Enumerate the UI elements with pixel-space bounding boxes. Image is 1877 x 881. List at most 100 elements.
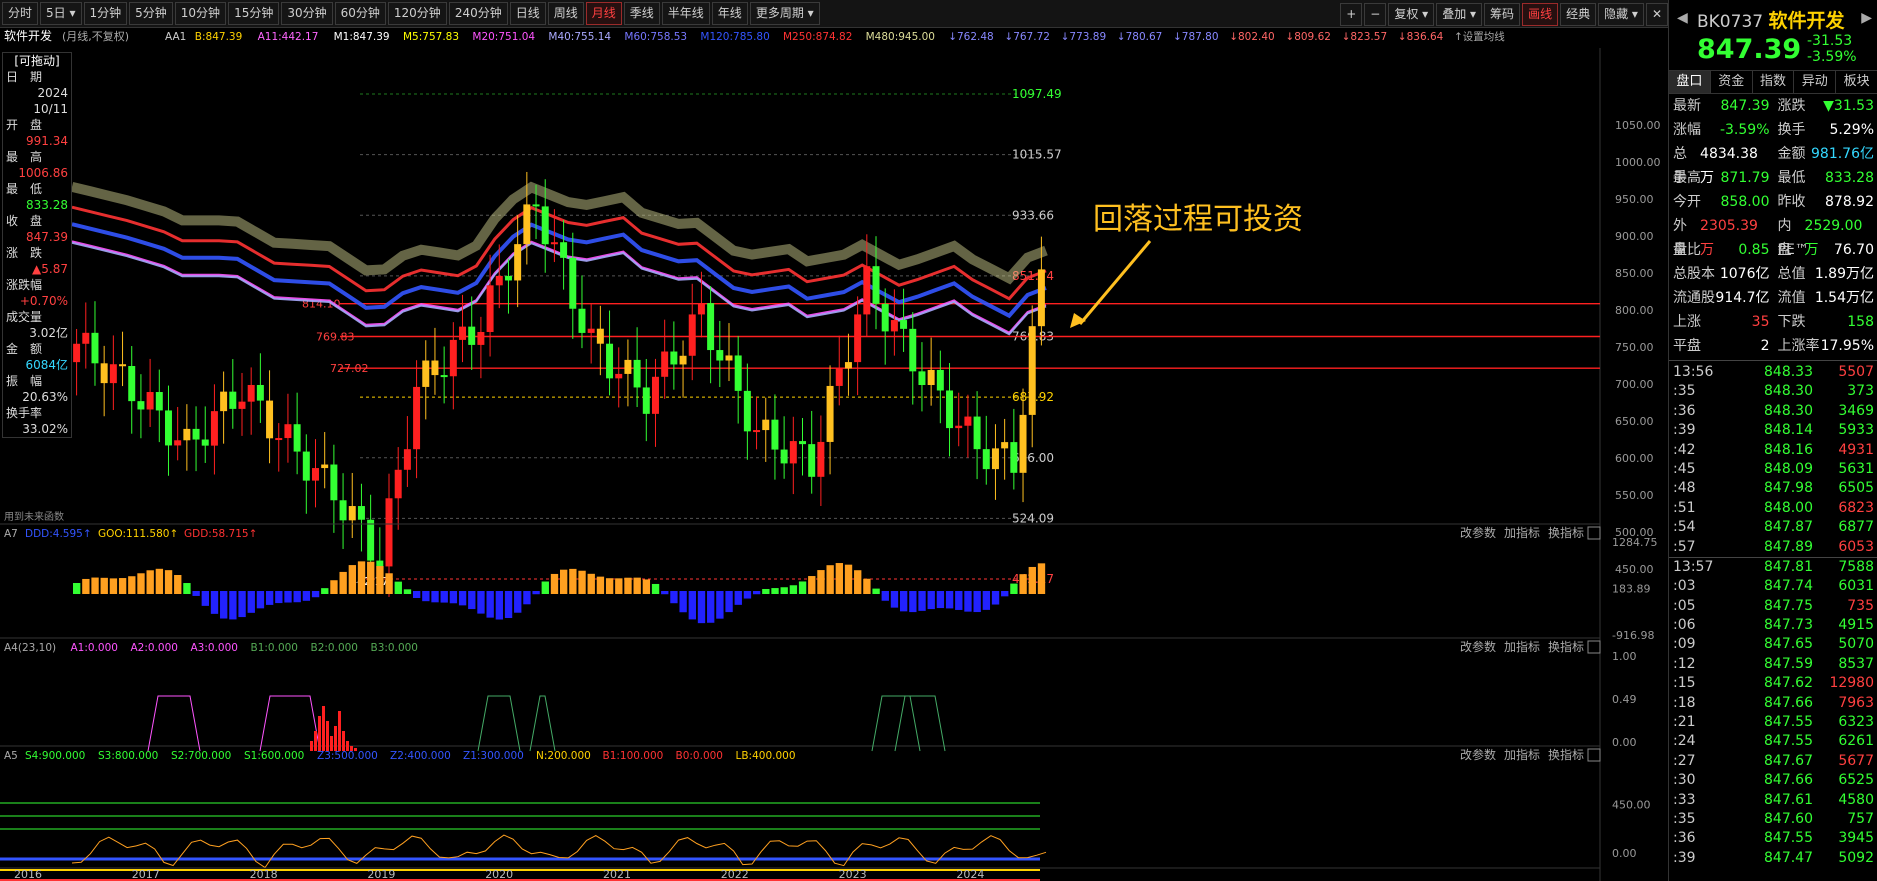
toolbar-button-1[interactable]: − — [1364, 3, 1387, 26]
candle-body — [302, 451, 310, 481]
a7-bar — [826, 565, 834, 594]
period-button-1[interactable]: 5日 ▾ — [40, 2, 82, 25]
a7-bar — [808, 576, 816, 594]
toolbar-button-5[interactable]: 画线 — [1522, 3, 1559, 26]
period-button-13[interactable]: 季线 — [623, 2, 660, 25]
period-button-3[interactable]: 5分钟 — [129, 2, 173, 25]
quote-label: 总值 — [1777, 266, 1806, 282]
period-button-4[interactable]: 10分钟 — [174, 2, 227, 25]
prev-stock-icon[interactable]: ◀ — [1677, 10, 1688, 26]
tick-price: 847.59 — [1764, 655, 1813, 672]
panel-button: 加指标 — [1504, 525, 1540, 540]
tick-list[interactable]: 13:56 848.33 5507:35 848.30 373:36 848.30 3469… — [1669, 363, 1877, 868]
period-button-8[interactable]: 120分钟 — [387, 2, 447, 25]
period-button-14[interactable]: 半年线 — [661, 2, 710, 25]
info-label-1: 开 盘 — [6, 118, 43, 132]
ma-label: M40:755.14 — [548, 31, 611, 43]
ma-label: B:847.39 — [195, 31, 242, 43]
candle-body — [348, 506, 356, 521]
quote-label: 涨幅 — [1673, 122, 1701, 138]
period-button-2[interactable]: 1分钟 — [83, 2, 128, 25]
period-button-0[interactable]: 分时 — [2, 2, 39, 25]
toolbar-button-3[interactable]: 叠加 ▾ — [1436, 3, 1483, 26]
next-stock-icon[interactable]: ▶ — [1861, 10, 1872, 26]
a7-bar — [73, 583, 81, 594]
a7-bar — [872, 588, 880, 594]
tick-row: :30 847.66 6525 — [1669, 771, 1877, 790]
quote-label: 流值 — [1777, 290, 1806, 306]
period-button-9[interactable]: 240分钟 — [448, 2, 508, 25]
candle-body — [210, 411, 218, 446]
candle-body — [964, 416, 972, 426]
info-value-4: 847.39 — [26, 230, 68, 244]
panel-label: A7 — [4, 528, 18, 540]
tick-price: 847.65 — [1764, 636, 1813, 653]
candle-info-box[interactable]: [可拖动] 日 期 2024 10/11 开 盘 991.34 最 高 1006.86 最 低… — [2, 52, 72, 438]
a7-bar — [265, 591, 274, 605]
quote-tab-3[interactable]: 异动 — [1794, 71, 1837, 93]
tick-time: :24 — [1673, 733, 1696, 750]
a7-bar — [174, 575, 182, 594]
quote-stats: 最新 847.39 涨跌 ▼31.53 涨幅 -3.59% 换手 5.29% 总手 4834.38… — [1669, 94, 1877, 358]
period-button-11[interactable]: 周线 — [547, 2, 584, 25]
a4-bar — [338, 711, 341, 751]
tick-price: 848.09 — [1764, 460, 1813, 477]
quote-tab-4[interactable]: 板块 — [1836, 71, 1877, 93]
toolbar-button-7[interactable]: 隐藏 ▾ — [1598, 3, 1644, 26]
ma-label: ↓773.89 — [1061, 31, 1107, 43]
toolbar-button-6[interactable]: 经典 — [1560, 3, 1597, 26]
toolbar-button-4[interactable]: 筹码 — [1484, 3, 1521, 26]
period-button-16[interactable]: 更多周期 ▾ — [749, 2, 820, 25]
candle-body — [780, 449, 788, 464]
info-box-title: [可拖动] — [14, 54, 60, 68]
quote-label: 上涨 — [1673, 314, 1701, 330]
tick-volume: 735 — [1847, 597, 1874, 614]
a7-bar — [431, 591, 439, 603]
candle-body — [679, 355, 687, 365]
a7-bar — [798, 581, 807, 594]
quote-tab-2[interactable]: 指数 — [1753, 71, 1795, 93]
a7-bar — [440, 591, 448, 603]
kline-chart[interactable]: 软件开发 (月线,不复权) AA1 B:847.39 A11:442.17 M1:847.… — [0, 28, 1668, 881]
tick-price: 847.55 — [1764, 714, 1813, 731]
quote-cell: 总手 4834.38万 — [1669, 142, 1774, 186]
quote-cell: 总股本 1076亿 — [1669, 262, 1774, 286]
panel-label: A4(23,10) — [4, 642, 56, 654]
tick-volume: 5631 — [1838, 460, 1874, 477]
chart-area[interactable]: 软件开发 (月线,不复权) AA1 B:847.39 A11:442.17 M1:847.… — [0, 28, 1668, 881]
period-button-15[interactable]: 年线 — [711, 2, 748, 25]
tick-row: 13:56 848.33 5507 — [1669, 363, 1877, 382]
quote-value: 2529.00万 — [1804, 218, 1863, 258]
quote-row: 量比 0.85 PE™ 76.70 — [1669, 238, 1877, 262]
candle-body — [312, 468, 319, 481]
period-button-7[interactable]: 60分钟 — [334, 2, 386, 25]
candle-body — [541, 206, 549, 245]
quote-cell: 上涨 35 — [1669, 310, 1774, 334]
a7-bar — [881, 591, 889, 601]
tick-row: :36 847.55 3945 — [1669, 829, 1877, 848]
quote-row: 最高 871.79 最低 833.28 — [1669, 166, 1877, 190]
toolbar-button-0[interactable]: + — [1340, 3, 1363, 26]
period-button-10[interactable]: 日线 — [509, 2, 546, 25]
info-value-10: 33.02% — [22, 422, 68, 436]
tick-time: :48 — [1673, 480, 1696, 497]
ma-label: M250:874.82 — [783, 31, 852, 43]
panel-close-icon — [1587, 748, 1601, 762]
tick-time: :54 — [1673, 519, 1696, 536]
quote-tab-0[interactable]: 盘口 — [1669, 71, 1711, 93]
period-button-6[interactable]: 30分钟 — [281, 2, 333, 25]
quote-tab-1[interactable]: 资金 — [1711, 71, 1753, 93]
tick-price: 847.60 — [1764, 810, 1813, 827]
a7-bar — [339, 571, 347, 594]
ma-label: ↓780.67 — [1117, 31, 1163, 43]
tick-time: :39 — [1673, 422, 1696, 439]
tick-price: 847.55 — [1764, 830, 1813, 847]
a7-bar — [560, 569, 568, 594]
close-icon[interactable]: ✕ — [1645, 3, 1668, 26]
toolbar-button-2[interactable]: 复权 ▾ — [1388, 3, 1435, 26]
candle-body — [73, 343, 81, 363]
period-button-5[interactable]: 15分钟 — [228, 2, 280, 25]
candle-body — [826, 385, 834, 442]
period-button-12[interactable]: 月线 — [585, 2, 622, 25]
a7-bar — [633, 577, 641, 594]
